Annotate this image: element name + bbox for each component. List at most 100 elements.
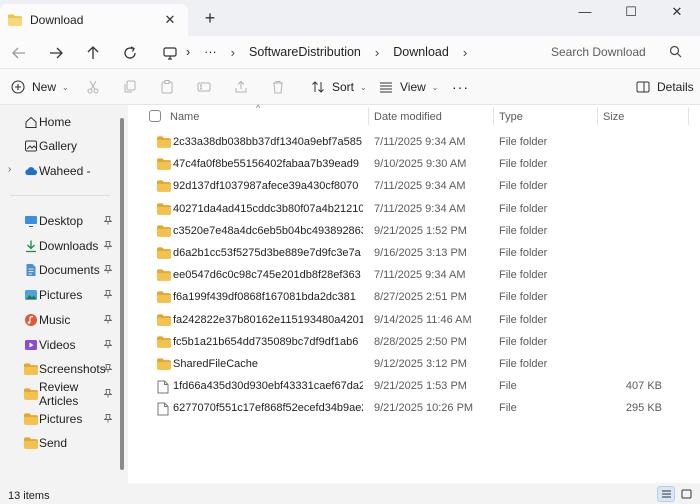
paste-button[interactable] — [160, 75, 174, 99]
table-row[interactable]: fa242822e37b80162e115193480a4201 9/14/202… — [128, 310, 700, 332]
sidebar-item-review-articles[interactable]: Review Articles — [0, 380, 118, 408]
sort-icon — [312, 81, 324, 93]
file-type: File folder — [499, 291, 548, 304]
file-name: SharedFileCache — [173, 358, 258, 370]
cut-button[interactable] — [86, 75, 100, 99]
new-button[interactable]: New ⌄ — [11, 75, 69, 99]
column-type[interactable]: Type — [499, 111, 523, 123]
table-row[interactable]: c3520e7e48a4dc6eb5b04bc493892863 9/21/202… — [128, 221, 700, 243]
table-row[interactable]: 47c4fa0f8be55156402fabaa7b39ead9 9/10/202… — [128, 154, 700, 176]
sidebar-item-downloads[interactable]: Downloads — [0, 234, 118, 258]
share-button[interactable] — [234, 75, 248, 99]
new-tab-button[interactable]: + — [198, 6, 222, 30]
pin-icon[interactable] — [104, 413, 112, 423]
file-date: 9/12/2025 3:12 PM — [374, 358, 467, 370]
sidebar-scrollbar[interactable] — [120, 118, 124, 470]
breadcrumb-sep: › — [186, 45, 191, 59]
close-tab-icon[interactable]: ✕ — [160, 12, 180, 28]
sidebar-item-send[interactable]: Send — [0, 431, 118, 455]
up-button[interactable] — [80, 40, 106, 66]
sidebar-item-documents[interactable]: Documents — [0, 258, 118, 282]
status-bar: 13 items — [0, 483, 700, 504]
table-row[interactable]: 1fd66a435d30d930ebf43331caef67da2b85... 9… — [128, 376, 700, 398]
file-name: d6a2b1cc53f5275d3be889e7d9fc3e7a — [173, 247, 361, 259]
sidebar-item-pictures[interactable]: Pictures — [0, 283, 118, 307]
maximize-button[interactable]: ☐ — [608, 0, 654, 28]
table-row[interactable]: 92d137df1037987afece39a430cf8070 7/11/202… — [128, 176, 700, 198]
search-input[interactable]: Search Download — [541, 39, 690, 65]
table-row[interactable]: 2c33a38db038bb37df1340a9ebf7a585 7/11/202… — [128, 132, 700, 154]
forward-button[interactable] — [43, 40, 69, 66]
column-divider[interactable] — [368, 107, 369, 125]
table-row[interactable]: 6277070f551c17ef868f52ecefd34b9ae2ff26ee… — [128, 398, 700, 420]
sidebar-item-videos[interactable]: Videos — [0, 333, 118, 357]
close-window-button[interactable]: ✕ — [654, 0, 700, 28]
pin-icon[interactable] — [104, 216, 112, 225]
column-name[interactable]: Name — [170, 111, 199, 123]
copy-icon — [124, 80, 136, 93]
sort-button[interactable]: Sort ⌄ — [311, 75, 367, 99]
view-button[interactable]: View ⌄ — [379, 75, 439, 99]
table-row[interactable]: 40271da4ad415cddc3b80f07a4b21210 7/11/202… — [128, 199, 700, 221]
pin-icon[interactable] — [104, 314, 112, 324]
table-row[interactable]: fc5b1a21b654dd735089bc7df9df1ab6 8/28/202… — [128, 332, 700, 354]
plus-circle-icon — [11, 80, 25, 94]
breadcrumb-software-distribution[interactable]: SoftwareDistribution — [249, 45, 361, 59]
pin-icon[interactable] — [104, 364, 112, 373]
sidebar-item-pictures[interactable]: Pictures — [0, 407, 118, 431]
pin-icon[interactable] — [104, 240, 112, 250]
tab-title: Download — [30, 13, 84, 27]
folder-icon — [24, 412, 38, 425]
file-name: 92d137df1037987afece39a430cf8070 — [173, 180, 359, 193]
see-more-button[interactable]: ··· — [452, 75, 469, 99]
pin-icon[interactable] — [104, 290, 112, 299]
sidebar-item-desktop[interactable]: Desktop — [0, 209, 118, 233]
refresh-button[interactable] — [117, 40, 143, 66]
details-view-button[interactable] — [657, 486, 675, 502]
details-button[interactable]: Details — [636, 75, 694, 99]
breadcrumb-sep: › — [230, 44, 236, 60]
folder-icon — [24, 363, 38, 375]
tiles-view-button[interactable] — [677, 486, 695, 502]
minimize-button[interactable]: — — [562, 0, 608, 28]
table-row[interactable]: d6a2b1cc53f5275d3be889e7d9fc3e7a 9/16/202… — [128, 243, 700, 265]
column-size[interactable]: Size — [603, 111, 624, 123]
table-row[interactable]: ee0547d6c0c98c745e201db8f28ef363 7/11/202… — [128, 265, 700, 287]
pin-icon[interactable] — [104, 388, 112, 398]
list-view-icon — [661, 490, 671, 498]
rename-button[interactable] — [197, 75, 211, 99]
sidebar-item-gallery[interactable]: Gallery — [0, 134, 118, 158]
file-type: File folder — [499, 224, 548, 237]
pictures-icon — [25, 290, 37, 301]
breadcrumb-overflow[interactable]: ··· — [204, 45, 217, 59]
download-icon — [26, 240, 36, 252]
table-row[interactable]: f6a199f439df0868f167081bda2dc381 8/27/202… — [128, 287, 700, 309]
sidebar-item-waheed[interactable]: › Waheed - — [0, 159, 118, 183]
sidebar-item-screenshots[interactable]: Screenshots — [0, 357, 118, 381]
cloud-icon — [25, 167, 38, 175]
breadcrumb-download[interactable]: Download — [393, 45, 449, 59]
column-divider[interactable] — [597, 107, 598, 125]
select-all-checkbox[interactable] — [149, 110, 161, 122]
breadcrumb-sep[interactable]: › — [463, 45, 467, 60]
documents-icon — [26, 264, 36, 277]
delete-button[interactable] — [271, 75, 285, 99]
back-button[interactable] — [6, 40, 32, 66]
table-row[interactable]: SharedFileCache 9/12/2025 3:12 PM File fol… — [128, 354, 700, 376]
breadcrumb-sep: › — [374, 44, 380, 60]
chevron-right-icon[interactable]: › — [8, 164, 11, 175]
copy-button[interactable] — [123, 75, 137, 99]
column-divider[interactable] — [688, 107, 689, 125]
tab-download[interactable]: Download ✕ — [0, 4, 188, 36]
file-name: 6277070f551c17ef868f52ecefd34b9ae2ff26ee — [173, 402, 363, 415]
column-divider[interactable] — [493, 107, 494, 125]
sidebar-item-music[interactable]: Music — [0, 308, 118, 332]
folder-icon — [157, 313, 171, 326]
paste-icon — [161, 80, 173, 94]
pin-icon[interactable] — [104, 339, 112, 349]
chevron-down-icon: ⌄ — [431, 82, 439, 92]
sidebar-item-label: Videos — [39, 337, 76, 352]
sidebar-item-home[interactable]: Home — [0, 110, 118, 134]
pin-icon[interactable] — [104, 265, 112, 274]
column-date-modified[interactable]: Date modified — [374, 111, 442, 123]
